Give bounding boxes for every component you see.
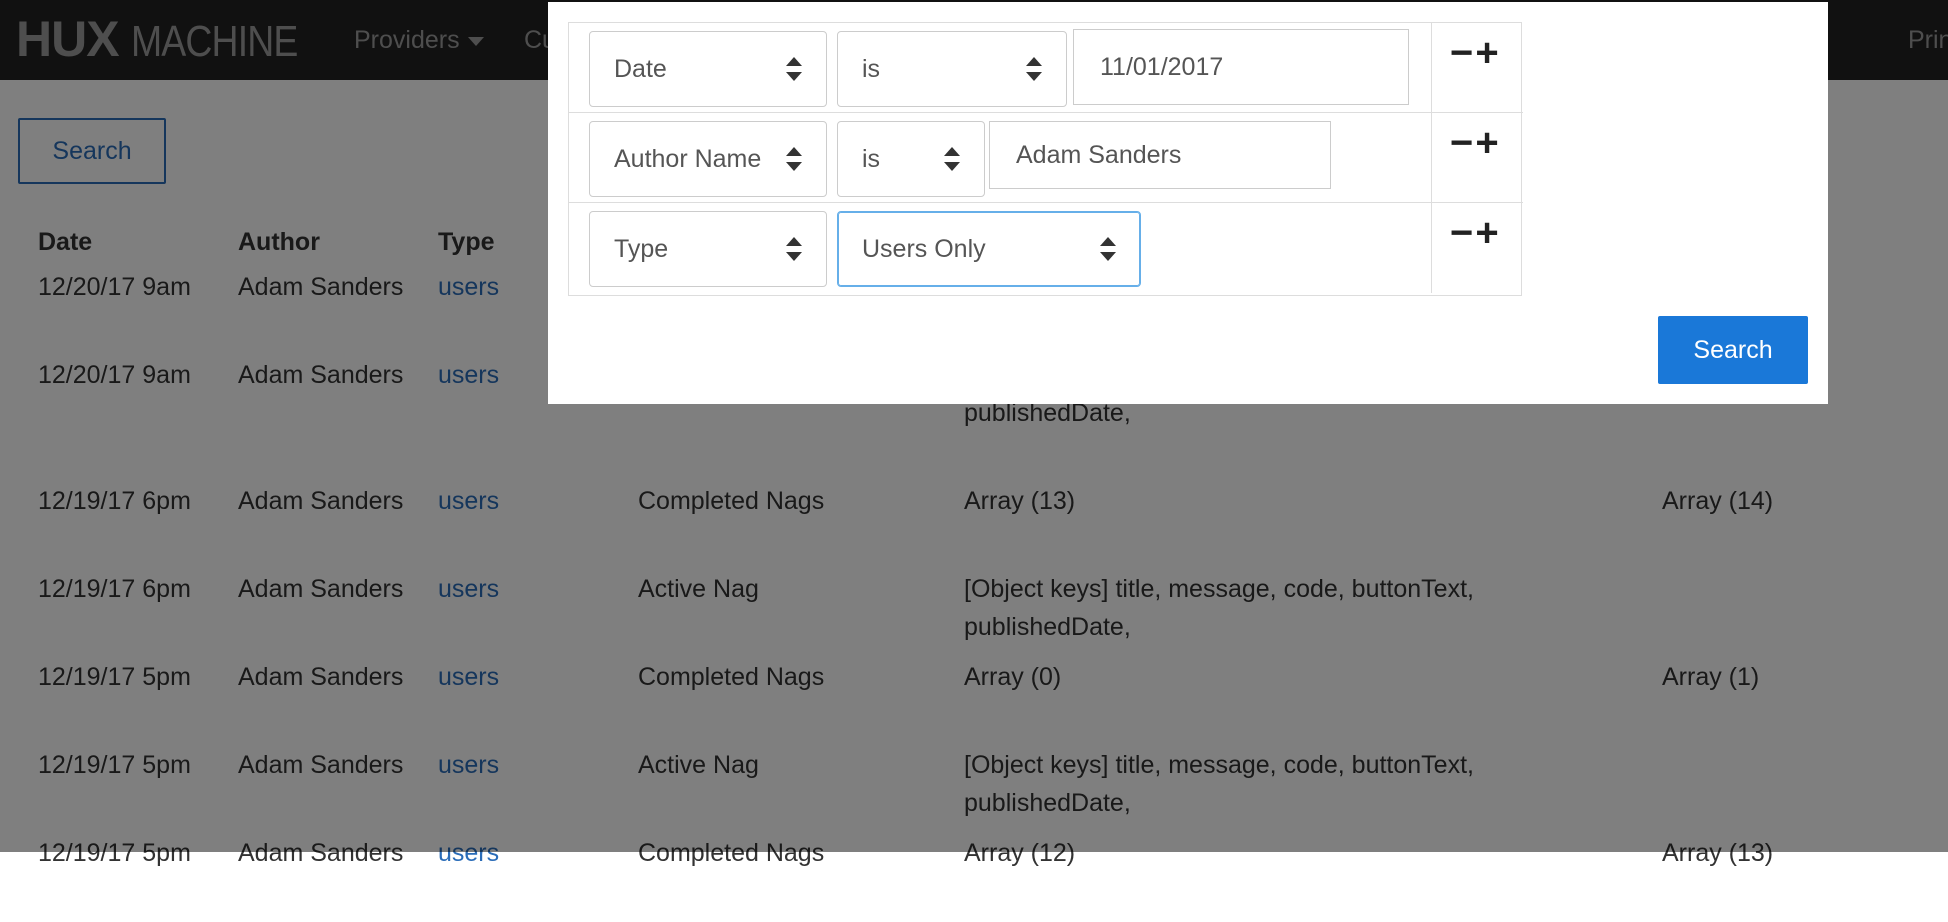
filter-field-value: Type [614, 234, 669, 263]
filter-value-text: 11/01/2017 [1100, 52, 1224, 81]
filter-value-input[interactable]: Adam Sanders [989, 121, 1331, 189]
filter-operator-select[interactable]: is [837, 121, 985, 197]
filter-field-select[interactable]: Date [589, 31, 827, 107]
filter-value-text: Adam Sanders [1016, 140, 1182, 169]
filter-field-select[interactable]: Author Name [589, 121, 827, 197]
add-filter-icon[interactable]: + [1475, 211, 1500, 255]
filter-operator-select[interactable]: is [837, 31, 1067, 107]
filter-operator-select[interactable]: Users Only [837, 211, 1141, 287]
search-modal: Date is 11/01/2017 −+ Author Name is Ada… [548, 2, 1828, 404]
remove-filter-icon[interactable]: − [1450, 31, 1475, 75]
add-filter-icon[interactable]: + [1475, 121, 1500, 165]
filter-operator-value: is [862, 144, 881, 173]
remove-filter-icon[interactable]: − [1450, 211, 1475, 255]
select-arrows-icon [1026, 57, 1042, 81]
filter-row-controls: −+ [1431, 23, 1523, 112]
filter-field-select[interactable]: Type [589, 211, 827, 287]
filter-operator-value: Users Only [862, 234, 986, 263]
filter-value-input[interactable]: 11/01/2017 [1073, 29, 1409, 105]
filter-row-controls: −+ [1431, 113, 1523, 202]
select-arrows-icon [1100, 237, 1116, 261]
filter-field-value: Author Name [614, 144, 762, 173]
select-arrows-icon [786, 147, 802, 171]
filter-row: Type Users Only −+ [569, 203, 1523, 293]
modal-search-button[interactable]: Search [1658, 316, 1808, 384]
filter-row-controls: −+ [1431, 203, 1523, 293]
filter-row: Author Name is Adam Sanders −+ [569, 113, 1523, 203]
filter-operator-value: is [862, 54, 881, 83]
add-filter-icon[interactable]: + [1475, 31, 1500, 75]
filter-table: Date is 11/01/2017 −+ Author Name is Ada… [568, 22, 1523, 296]
filter-field-value: Date [614, 54, 667, 83]
modal-search-label: Search [1693, 335, 1773, 364]
select-arrows-icon [786, 237, 802, 261]
remove-filter-icon[interactable]: − [1450, 121, 1475, 165]
select-arrows-icon [786, 57, 802, 81]
filter-row: Date is 11/01/2017 −+ [569, 23, 1523, 113]
select-arrows-icon [944, 147, 960, 171]
